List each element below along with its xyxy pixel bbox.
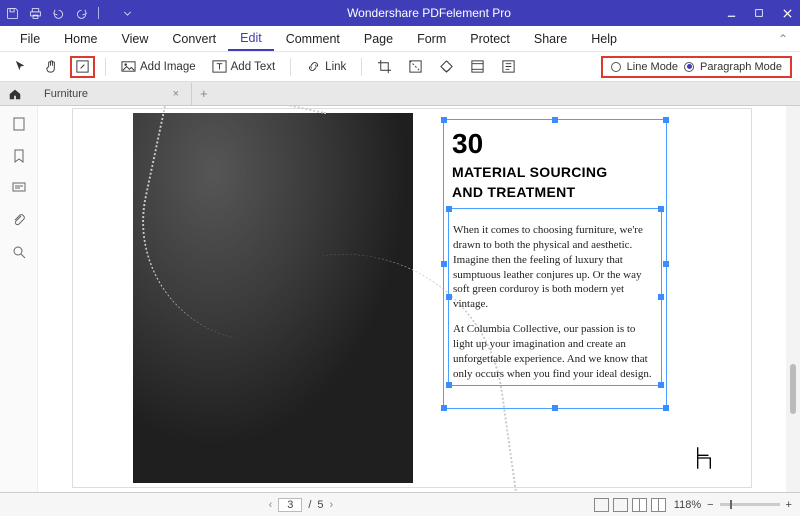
print-icon[interactable] (29, 7, 42, 20)
crop-tool[interactable] (372, 56, 397, 78)
line-mode-label: Line Mode (627, 61, 678, 73)
document-canvas[interactable]: 30 MATERIAL SOURCING AND TREATMENT When … (38, 106, 786, 492)
resize-handle[interactable] (663, 405, 669, 411)
menu-form[interactable]: Form (405, 26, 458, 51)
zoom-slider[interactable] (720, 503, 780, 506)
menu-share[interactable]: Share (522, 26, 579, 51)
scrollbar-thumb[interactable] (790, 364, 796, 414)
thumbnails-icon[interactable] (11, 116, 27, 132)
chevron-down-icon[interactable] (121, 7, 134, 20)
qat-divider (98, 7, 111, 19)
collapse-ribbon-icon[interactable]: ⌃ (774, 32, 792, 46)
document-tab[interactable]: Furniture × (32, 83, 192, 105)
watermark-tool[interactable] (403, 56, 428, 78)
resize-handle[interactable] (658, 382, 664, 388)
line-mode-radio[interactable] (611, 62, 621, 72)
edit-toolbar: Add Image Add Text Link Line Mode Paragr… (0, 52, 800, 82)
header-footer-tool[interactable] (465, 56, 490, 78)
zoom-level[interactable]: 118% (674, 499, 701, 511)
menu-file[interactable]: File (8, 26, 52, 51)
page-image[interactable] (133, 113, 413, 483)
status-bar: ‹ 3 / 5 › 118% − + (0, 492, 800, 516)
select-tool[interactable] (8, 56, 33, 78)
menu-bar: File Home View Convert Edit Comment Page… (0, 26, 800, 52)
resize-handle[interactable] (658, 294, 664, 300)
document-tab-label: Furniture (44, 88, 88, 100)
two-page-view[interactable] (632, 498, 647, 512)
resize-handle[interactable] (446, 206, 452, 212)
home-icon[interactable] (8, 87, 22, 101)
continuous-view[interactable] (613, 498, 628, 512)
resize-handle[interactable] (552, 405, 558, 411)
menu-convert[interactable]: Convert (160, 26, 228, 51)
text-edit-box[interactable]: 30 MATERIAL SOURCING AND TREATMENT When … (443, 119, 667, 409)
close-button[interactable] (780, 6, 794, 20)
paragraph-mode-label: Paragraph Mode (700, 61, 782, 73)
search-panel-icon[interactable] (11, 244, 27, 260)
resize-handle[interactable] (441, 261, 447, 267)
background-tool[interactable] (434, 56, 459, 78)
prev-page-button[interactable]: ‹ (269, 499, 273, 511)
window-title: Wondershare PDFelement Pro (134, 6, 724, 20)
total-pages: 5 (317, 499, 323, 511)
page: 30 MATERIAL SOURCING AND TREATMENT When … (72, 108, 752, 488)
single-page-view[interactable] (594, 498, 609, 512)
resize-handle[interactable] (446, 294, 452, 300)
add-image-button[interactable]: Add Image (116, 56, 201, 78)
link-button[interactable]: Link (301, 56, 351, 78)
hand-tool[interactable] (39, 56, 64, 78)
resize-handle[interactable] (663, 117, 669, 123)
menu-view[interactable]: View (110, 26, 161, 51)
main-area: 30 MATERIAL SOURCING AND TREATMENT When … (0, 106, 800, 492)
title-bar: Wondershare PDFelement Pro (0, 0, 800, 26)
page-navigator: ‹ 3 / 5 › (269, 498, 334, 512)
body-paragraph-1: When it comes to choosing furniture, we'… (453, 223, 657, 312)
menu-page[interactable]: Page (352, 26, 405, 51)
vertical-scrollbar[interactable] (786, 106, 800, 492)
edit-object-tool[interactable] (70, 56, 95, 78)
resize-handle[interactable] (441, 117, 447, 123)
maximize-button[interactable] (752, 6, 766, 20)
inner-text-box[interactable]: When it comes to choosing furniture, we'… (448, 208, 662, 386)
resize-handle[interactable] (446, 382, 452, 388)
paragraph-mode-radio[interactable] (684, 62, 694, 72)
redo-icon[interactable] (75, 7, 88, 20)
zoom-out-button[interactable]: − (707, 499, 713, 511)
body-paragraph-2: At Columbia Collective, our passion is t… (453, 322, 657, 381)
resize-handle[interactable] (658, 206, 664, 212)
comment-panel-icon[interactable] (11, 180, 27, 196)
current-page[interactable]: 3 (278, 498, 302, 512)
edit-mode-selector: Line Mode Paragraph Mode (601, 56, 792, 78)
menu-protect[interactable]: Protect (458, 26, 522, 51)
heading-line1: MATERIAL SOURCING (452, 164, 658, 180)
menu-home[interactable]: Home (52, 26, 109, 51)
menu-edit[interactable]: Edit (228, 26, 274, 51)
chair-icon (695, 447, 713, 469)
menu-help[interactable]: Help (579, 26, 629, 51)
resize-handle[interactable] (663, 261, 669, 267)
save-icon[interactable] (6, 7, 19, 20)
zoom-controls: 118% − + (674, 499, 792, 511)
minimize-button[interactable] (724, 6, 738, 20)
side-panel (0, 106, 38, 492)
add-text-button[interactable]: Add Text (207, 56, 281, 78)
resize-handle[interactable] (552, 117, 558, 123)
two-continuous-view[interactable] (651, 498, 666, 512)
new-tab-button[interactable]: + (200, 86, 208, 101)
page-separator: / (308, 499, 311, 511)
page-number-heading: 30 (452, 128, 658, 160)
bookmark-icon[interactable] (11, 148, 27, 164)
menu-comment[interactable]: Comment (274, 26, 352, 51)
zoom-in-button[interactable]: + (786, 499, 792, 511)
quick-access-toolbar (6, 7, 134, 20)
undo-icon[interactable] (52, 7, 65, 20)
next-page-button[interactable]: › (330, 499, 334, 511)
attachment-icon[interactable] (11, 212, 27, 228)
resize-handle[interactable] (441, 405, 447, 411)
view-mode-buttons (594, 498, 666, 512)
document-tab-strip: Furniture × + (0, 82, 800, 106)
heading-line2: AND TREATMENT (452, 184, 658, 200)
bates-tool[interactable] (496, 56, 521, 78)
close-tab-icon[interactable]: × (173, 88, 179, 100)
